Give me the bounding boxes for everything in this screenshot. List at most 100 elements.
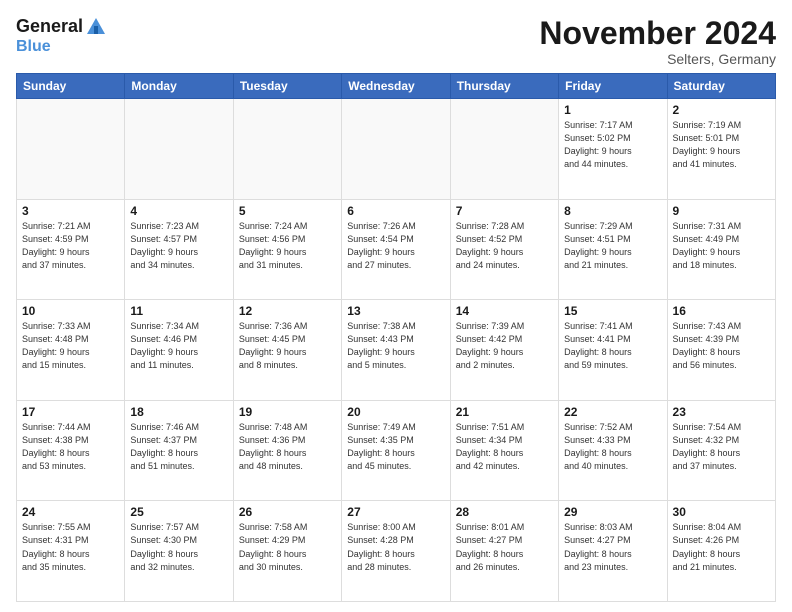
day-info: Sunrise: 7:19 AM Sunset: 5:01 PM Dayligh… xyxy=(673,119,770,171)
day-info: Sunrise: 7:51 AM Sunset: 4:34 PM Dayligh… xyxy=(456,421,553,473)
calendar-cell: 22 Sunrise: 7:52 AM Sunset: 4:33 PM Dayli… xyxy=(559,400,667,501)
day-number: 7 xyxy=(456,204,553,218)
day-info: Sunrise: 7:28 AM Sunset: 4:52 PM Dayligh… xyxy=(456,220,553,272)
calendar-cell: 12 Sunrise: 7:36 AM Sunset: 4:45 PM Dayli… xyxy=(233,300,341,401)
calendar-cell: 26 Sunrise: 7:58 AM Sunset: 4:29 PM Dayli… xyxy=(233,501,341,602)
calendar-cell xyxy=(17,99,125,200)
calendar-header-row: Sunday Monday Tuesday Wednesday Thursday… xyxy=(17,74,776,99)
day-number: 1 xyxy=(564,103,661,117)
calendar-week-row: 17 Sunrise: 7:44 AM Sunset: 4:38 PM Dayli… xyxy=(17,400,776,501)
calendar-cell: 25 Sunrise: 7:57 AM Sunset: 4:30 PM Dayli… xyxy=(125,501,233,602)
day-number: 11 xyxy=(130,304,227,318)
day-number: 26 xyxy=(239,505,336,519)
location: Selters, Germany xyxy=(539,51,776,67)
day-info: Sunrise: 8:00 AM Sunset: 4:28 PM Dayligh… xyxy=(347,521,444,573)
calendar-cell: 28 Sunrise: 8:01 AM Sunset: 4:27 PM Dayli… xyxy=(450,501,558,602)
day-number: 30 xyxy=(673,505,770,519)
header-thursday: Thursday xyxy=(450,74,558,99)
header-tuesday: Tuesday xyxy=(233,74,341,99)
day-number: 12 xyxy=(239,304,336,318)
calendar-cell: 27 Sunrise: 8:00 AM Sunset: 4:28 PM Dayli… xyxy=(342,501,450,602)
day-number: 21 xyxy=(456,405,553,419)
header-monday: Monday xyxy=(125,74,233,99)
calendar-week-row: 1 Sunrise: 7:17 AM Sunset: 5:02 PM Daylig… xyxy=(17,99,776,200)
day-info: Sunrise: 7:39 AM Sunset: 4:42 PM Dayligh… xyxy=(456,320,553,372)
calendar-week-row: 3 Sunrise: 7:21 AM Sunset: 4:59 PM Daylig… xyxy=(17,199,776,300)
calendar-cell: 15 Sunrise: 7:41 AM Sunset: 4:41 PM Dayli… xyxy=(559,300,667,401)
day-number: 19 xyxy=(239,405,336,419)
day-number: 25 xyxy=(130,505,227,519)
calendar-cell: 11Sunrise: 7:34 AM Sunset: 4:46 PM Dayli… xyxy=(125,300,233,401)
day-info: Sunrise: 7:58 AM Sunset: 4:29 PM Dayligh… xyxy=(239,521,336,573)
calendar-cell: 4 Sunrise: 7:23 AM Sunset: 4:57 PM Daylig… xyxy=(125,199,233,300)
calendar-cell: 8 Sunrise: 7:29 AM Sunset: 4:51 PM Daylig… xyxy=(559,199,667,300)
day-number: 8 xyxy=(564,204,661,218)
calendar-cell xyxy=(125,99,233,200)
day-info: Sunrise: 7:46 AM Sunset: 4:37 PM Dayligh… xyxy=(130,421,227,473)
day-number: 15 xyxy=(564,304,661,318)
calendar-cell: 7 Sunrise: 7:28 AM Sunset: 4:52 PM Daylig… xyxy=(450,199,558,300)
day-number: 4 xyxy=(130,204,227,218)
day-number: 13 xyxy=(347,304,444,318)
day-info: Sunrise: 7:29 AM Sunset: 4:51 PM Dayligh… xyxy=(564,220,661,272)
calendar-cell: 19 Sunrise: 7:48 AM Sunset: 4:36 PM Dayli… xyxy=(233,400,341,501)
day-number: 5 xyxy=(239,204,336,218)
logo: General Blue xyxy=(16,16,107,56)
day-number: 6 xyxy=(347,204,444,218)
day-info: Sunrise: 7:31 AM Sunset: 4:49 PM Dayligh… xyxy=(673,220,770,272)
calendar-cell: 21 Sunrise: 7:51 AM Sunset: 4:34 PM Dayli… xyxy=(450,400,558,501)
calendar-cell: 3 Sunrise: 7:21 AM Sunset: 4:59 PM Daylig… xyxy=(17,199,125,300)
day-info: Sunrise: 7:38 AM Sunset: 4:43 PM Dayligh… xyxy=(347,320,444,372)
day-number: 24 xyxy=(22,505,119,519)
calendar-cell: 17 Sunrise: 7:44 AM Sunset: 4:38 PM Dayli… xyxy=(17,400,125,501)
header-wednesday: Wednesday xyxy=(342,74,450,99)
day-info: Sunrise: 7:44 AM Sunset: 4:38 PM Dayligh… xyxy=(22,421,119,473)
calendar-cell: 30 Sunrise: 8:04 AM Sunset: 4:26 PM Dayli… xyxy=(667,501,775,602)
calendar-cell: 9 Sunrise: 7:31 AM Sunset: 4:49 PM Daylig… xyxy=(667,199,775,300)
day-info: Sunrise: 8:03 AM Sunset: 4:27 PM Dayligh… xyxy=(564,521,661,573)
day-info: Sunrise: 7:48 AM Sunset: 4:36 PM Dayligh… xyxy=(239,421,336,473)
day-number: 9 xyxy=(673,204,770,218)
day-info: Sunrise: 7:55 AM Sunset: 4:31 PM Dayligh… xyxy=(22,521,119,573)
header-saturday: Saturday xyxy=(667,74,775,99)
calendar-cell xyxy=(233,99,341,200)
calendar-cell: 5 Sunrise: 7:24 AM Sunset: 4:56 PM Daylig… xyxy=(233,199,341,300)
day-number: 28 xyxy=(456,505,553,519)
logo-text-blue: Blue xyxy=(16,38,51,56)
calendar-cell: 16Sunrise: 7:43 AM Sunset: 4:39 PM Dayli… xyxy=(667,300,775,401)
page: General Blue November 2024 Selters, Germ… xyxy=(0,0,792,612)
day-info: Sunrise: 8:01 AM Sunset: 4:27 PM Dayligh… xyxy=(456,521,553,573)
day-info: Sunrise: 7:33 AM Sunset: 4:48 PM Dayligh… xyxy=(22,320,119,372)
day-info: Sunrise: 7:24 AM Sunset: 4:56 PM Dayligh… xyxy=(239,220,336,272)
day-number: 29 xyxy=(564,505,661,519)
header: General Blue November 2024 Selters, Germ… xyxy=(16,16,776,67)
day-info: Sunrise: 7:57 AM Sunset: 4:30 PM Dayligh… xyxy=(130,521,227,573)
day-number: 23 xyxy=(673,405,770,419)
day-number: 10 xyxy=(22,304,119,318)
calendar-cell: 13 Sunrise: 7:38 AM Sunset: 4:43 PM Dayli… xyxy=(342,300,450,401)
day-number: 17 xyxy=(22,405,119,419)
day-number: 16 xyxy=(673,304,770,318)
calendar-cell: 24 Sunrise: 7:55 AM Sunset: 4:31 PM Dayli… xyxy=(17,501,125,602)
day-number: 14 xyxy=(456,304,553,318)
calendar-cell: 23Sunrise: 7:54 AM Sunset: 4:32 PM Dayli… xyxy=(667,400,775,501)
day-number: 22 xyxy=(564,405,661,419)
calendar-cell: 14 Sunrise: 7:39 AM Sunset: 4:42 PM Dayli… xyxy=(450,300,558,401)
day-info: Sunrise: 7:41 AM Sunset: 4:41 PM Dayligh… xyxy=(564,320,661,372)
calendar-cell xyxy=(450,99,558,200)
day-info: Sunrise: 7:21 AM Sunset: 4:59 PM Dayligh… xyxy=(22,220,119,272)
calendar-cell: 29 Sunrise: 8:03 AM Sunset: 4:27 PM Dayli… xyxy=(559,501,667,602)
day-info: Sunrise: 7:52 AM Sunset: 4:33 PM Dayligh… xyxy=(564,421,661,473)
day-info: Sunrise: 7:36 AM Sunset: 4:45 PM Dayligh… xyxy=(239,320,336,372)
day-info: Sunrise: 8:04 AM Sunset: 4:26 PM Dayligh… xyxy=(673,521,770,573)
calendar-table: Sunday Monday Tuesday Wednesday Thursday… xyxy=(16,73,776,602)
month-title: November 2024 xyxy=(539,16,776,51)
day-info: Sunrise: 7:23 AM Sunset: 4:57 PM Dayligh… xyxy=(130,220,227,272)
day-info: Sunrise: 7:17 AM Sunset: 5:02 PM Dayligh… xyxy=(564,119,661,171)
calendar-cell xyxy=(342,99,450,200)
logo-icon xyxy=(85,16,107,38)
day-number: 20 xyxy=(347,405,444,419)
day-info: Sunrise: 7:26 AM Sunset: 4:54 PM Dayligh… xyxy=(347,220,444,272)
day-number: 3 xyxy=(22,204,119,218)
day-number: 27 xyxy=(347,505,444,519)
